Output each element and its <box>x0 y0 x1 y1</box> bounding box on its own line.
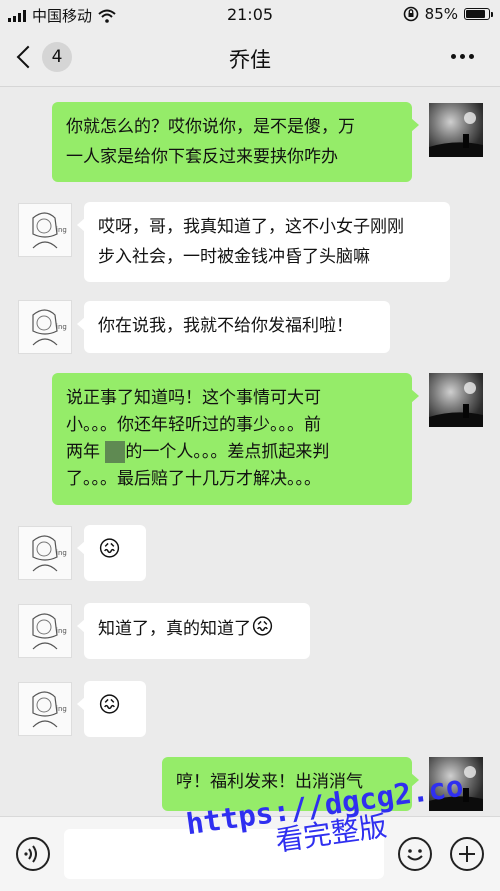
confounded-face-emoji: 😖 <box>98 537 121 562</box>
avatar-contact[interactable]: ing <box>18 682 72 736</box>
message-bubble-incoming[interactable]: 知道了，真的知道了😖 <box>77 603 310 659</box>
avatar-self[interactable] <box>429 103 483 157</box>
message-bubble-incoming[interactable]: 😖 <box>77 681 146 737</box>
avatar-contact[interactable]: ing <box>18 203 72 257</box>
message-line: 你就怎么的？哎你说你，是不是傻，万 <box>66 117 355 137</box>
message-bubble-outgoing[interactable]: 说正事了知道吗！这个事情可大可 小。。。你还年轻听过的事少。。。前 两年 的一个… <box>52 373 419 505</box>
message-bubble-outgoing[interactable]: 你就怎么的？哎你说你，是不是傻，万 一人家是给你下套反过来要挟你咋办 <box>52 102 419 182</box>
avatar-contact[interactable]: ing <box>18 604 72 658</box>
message-line: 你在说我，我就不给你发福利啦！ <box>98 316 353 336</box>
voice-icon[interactable] <box>16 837 50 871</box>
svg-text:ing: ing <box>56 705 67 713</box>
rotation-lock-icon <box>403 6 418 22</box>
avatar-contact[interactable]: ing <box>18 526 72 580</box>
message-line: 说正事了知道吗！这个事情可大可 <box>66 388 321 408</box>
message-line: 哎呀，哥，我真知道了，这不小女子刚刚 <box>98 217 404 237</box>
message-line: 小。。。你还年轻听过的事少。。。前 <box>66 415 321 435</box>
more-dots-icon[interactable] <box>451 54 474 59</box>
chat-header: 4 乔佳 <box>0 30 500 87</box>
message-text: 知道了，真的知道了 <box>98 619 251 639</box>
message-bubble-incoming[interactable]: 😖 <box>77 525 146 581</box>
message-line: 两年 的一个人。。。差点抓起来判 <box>66 441 330 463</box>
confounded-face-emoji: 😖 <box>98 693 121 718</box>
censor-mosaic <box>105 441 126 463</box>
svg-text:ing: ing <box>56 323 67 331</box>
svg-text:ing: ing <box>56 226 67 234</box>
message-line: 一人家是给你下套反过来要挟你咋办 <box>66 147 338 167</box>
battery-icon <box>464 8 493 20</box>
svg-text:ing: ing <box>56 627 67 635</box>
plus-icon[interactable] <box>450 837 484 871</box>
message-bubble-incoming[interactable]: 你在说我，我就不给你发福利啦！ <box>77 301 390 353</box>
message-line: 了。。。最后赔了十几万才解决。。。 <box>66 469 321 489</box>
battery-percent: 85% <box>424 5 458 23</box>
chat-title: 乔佳 <box>229 48 271 72</box>
emoji-face-icon[interactable] <box>398 837 432 871</box>
message-line: 步入社会，一时被金钱冲昏了头脑嘛 <box>98 247 370 267</box>
status-bar: 中国移动 21:05 85% <box>0 0 500 30</box>
svg-text:ing: ing <box>56 549 67 557</box>
message-bubble-incoming[interactable]: 哎呀，哥，我真知道了，这不小女子刚刚 步入社会，一时被金钱冲昏了头脑嘛 <box>77 202 450 282</box>
message-text: 哼！福利发来！出 <box>176 772 312 792</box>
confounded-face-emoji: 😖 <box>251 615 274 640</box>
avatar-contact[interactable]: ing <box>18 300 72 354</box>
avatar-self[interactable] <box>429 373 483 427</box>
